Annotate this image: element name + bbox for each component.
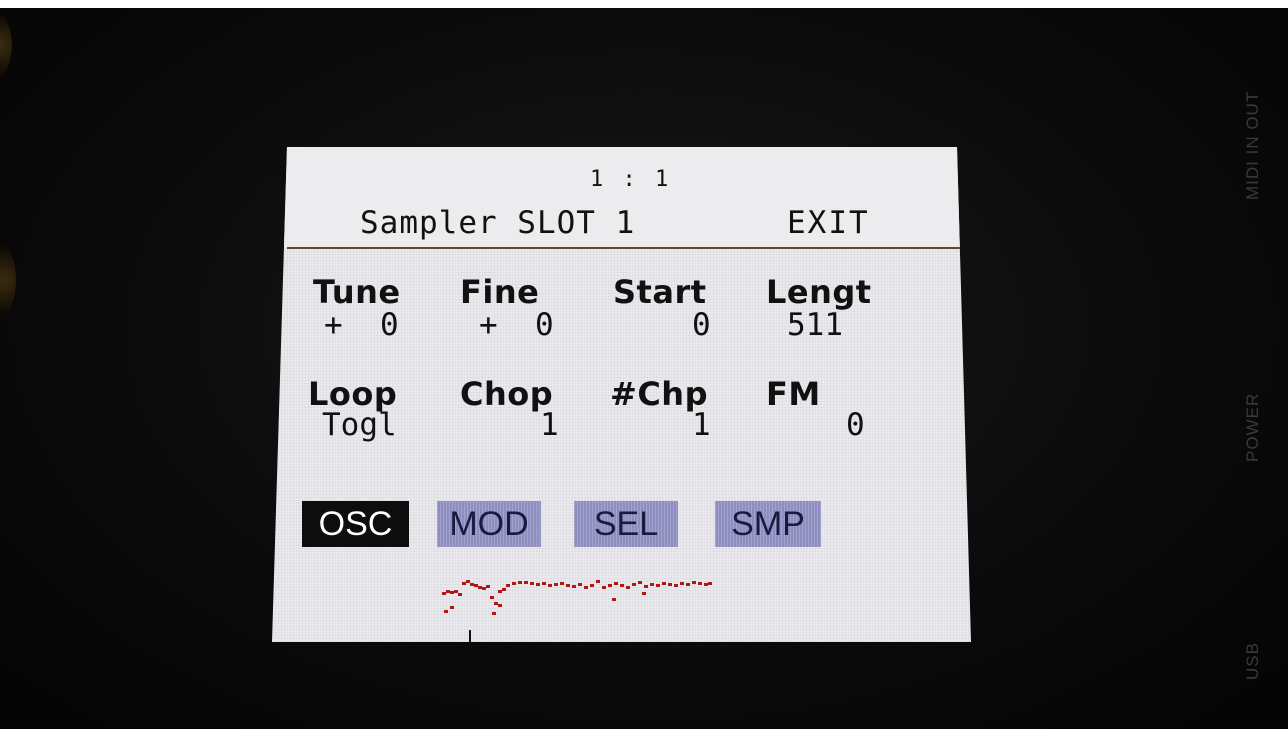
tab-osc[interactable]: OSC bbox=[302, 501, 409, 547]
waveform-dot bbox=[446, 590, 450, 593]
waveform-dot bbox=[442, 592, 446, 595]
waveform-dot bbox=[642, 592, 646, 595]
waveform-dot bbox=[536, 583, 540, 586]
waveform-dot bbox=[614, 582, 618, 585]
waveform-dot bbox=[494, 602, 498, 605]
waveform-dot bbox=[662, 582, 666, 585]
waveform-dot bbox=[498, 590, 502, 593]
waveform-dot bbox=[668, 583, 672, 586]
waveform-dot bbox=[530, 582, 534, 585]
param-tune-label[interactable]: Tune bbox=[313, 273, 401, 311]
waveform-dot bbox=[470, 583, 474, 586]
waveform-dot bbox=[572, 585, 576, 588]
waveform-dot bbox=[590, 584, 594, 587]
waveform-dot bbox=[612, 598, 616, 601]
waveform-dot bbox=[626, 586, 630, 589]
waveform-dot bbox=[498, 604, 502, 607]
waveform-dot bbox=[566, 584, 570, 587]
tab-mod[interactable]: MOD bbox=[437, 501, 541, 547]
waveform-dot bbox=[602, 586, 606, 589]
waveform-dot bbox=[486, 585, 490, 588]
waveform-dot bbox=[492, 612, 496, 615]
waveform-dot bbox=[644, 585, 648, 588]
waveform-dot bbox=[632, 583, 636, 586]
waveform-dot bbox=[596, 580, 600, 583]
exit-button[interactable]: EXIT bbox=[787, 205, 870, 241]
waveform-dot bbox=[490, 596, 494, 599]
tab-sel[interactable]: SEL bbox=[574, 501, 678, 547]
waveform-dot bbox=[674, 584, 678, 587]
waveform-dot bbox=[444, 610, 448, 613]
waveform-dot bbox=[524, 581, 528, 584]
param-tune-value[interactable]: + 0 bbox=[324, 307, 399, 343]
waveform-dot bbox=[478, 586, 482, 589]
usb-label: USB bbox=[1243, 642, 1262, 680]
waveform-dot bbox=[474, 584, 478, 587]
param-length-value[interactable]: 511 bbox=[787, 307, 843, 343]
playhead-marker bbox=[469, 630, 471, 642]
tab-smp[interactable]: SMP bbox=[715, 501, 821, 547]
waveform-trace bbox=[442, 580, 712, 615]
waveform-dot bbox=[584, 586, 588, 589]
waveform-dot bbox=[458, 593, 462, 596]
param-start-label[interactable]: Start bbox=[613, 273, 707, 311]
waveform-dot bbox=[578, 583, 582, 586]
position-readout: 1 : 1 bbox=[590, 167, 672, 192]
waveform-dot bbox=[704, 583, 708, 586]
param-num-chops-value[interactable]: 1 bbox=[692, 407, 711, 443]
waveform-dot bbox=[466, 580, 470, 583]
screen-header: 1 : 1 Sampler SLOT 1 EXIT bbox=[272, 147, 971, 247]
param-fm-label[interactable]: FM bbox=[766, 375, 821, 413]
param-fine-label[interactable]: Fine bbox=[460, 273, 539, 311]
page-title: Sampler SLOT 1 bbox=[360, 205, 636, 241]
photo-border bbox=[0, 0, 1288, 8]
waveform-dot bbox=[680, 582, 684, 585]
waveform-dot bbox=[554, 583, 558, 586]
waveform-dot bbox=[506, 584, 510, 587]
waveform-dot bbox=[548, 584, 552, 587]
waveform-dot bbox=[454, 590, 458, 593]
waveform-dot bbox=[450, 606, 454, 609]
waveform-dot bbox=[650, 583, 654, 586]
waveform-dot bbox=[686, 583, 690, 586]
waveform-dot bbox=[638, 581, 642, 584]
param-loop-value[interactable]: Togl bbox=[322, 407, 397, 443]
param-chop-value[interactable]: 1 bbox=[540, 407, 559, 443]
waveform-dot bbox=[518, 581, 522, 584]
waveform-dot bbox=[692, 581, 696, 584]
header-divider bbox=[287, 247, 971, 249]
param-fine-value[interactable]: + 0 bbox=[479, 307, 554, 343]
lcd-screen: 1 : 1 Sampler SLOT 1 EXIT Tune + 0 Fine … bbox=[272, 147, 971, 642]
param-start-value[interactable]: 0 bbox=[692, 307, 711, 343]
waveform-dot bbox=[502, 588, 506, 591]
waveform-dot bbox=[698, 582, 702, 585]
waveform-dot bbox=[482, 587, 486, 590]
waveform-dot bbox=[656, 584, 660, 587]
sample-waveform bbox=[442, 580, 712, 642]
param-length-label[interactable]: Lengt bbox=[766, 273, 872, 311]
waveform-dot bbox=[542, 582, 546, 585]
power-label: POWER bbox=[1243, 392, 1262, 462]
waveform-dot bbox=[512, 582, 516, 585]
waveform-dot bbox=[608, 584, 612, 587]
waveform-dot bbox=[462, 582, 466, 585]
waveform-dot bbox=[620, 584, 624, 587]
waveform-dot bbox=[560, 582, 564, 585]
waveform-dot bbox=[450, 591, 454, 594]
waveform-dot bbox=[708, 582, 712, 585]
midi-port-label: MIDI IN OUT bbox=[1243, 90, 1262, 200]
param-fm-value[interactable]: 0 bbox=[846, 407, 865, 443]
